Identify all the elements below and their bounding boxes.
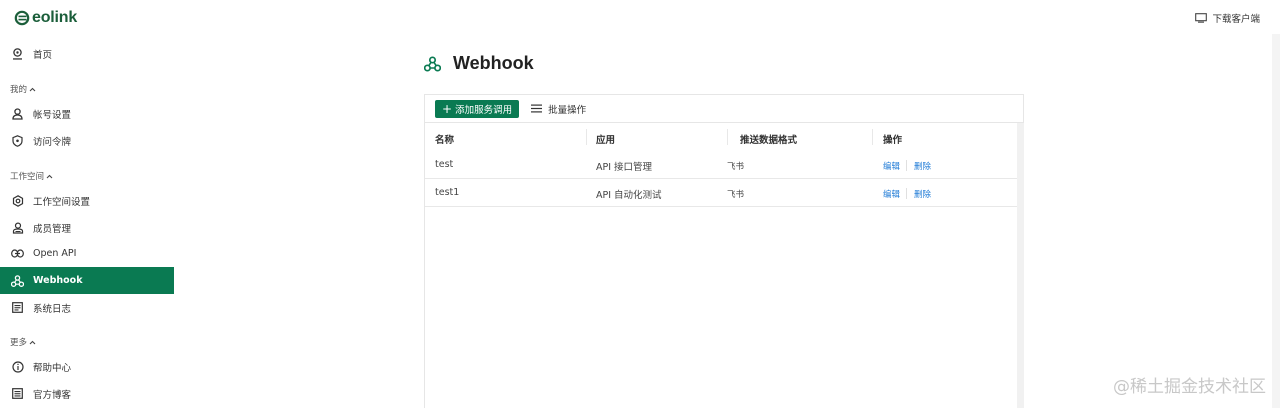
section-more[interactable]: 更多 — [10, 336, 36, 348]
batch-operation-label: 批量操作 — [548, 104, 587, 116]
list-icon — [531, 104, 543, 113]
sidebar-item-help[interactable]: 帮助中心 — [0, 353, 174, 380]
delete-link[interactable]: 删除 — [914, 188, 931, 200]
members-icon — [11, 221, 24, 234]
add-service-label: 添加服务调用 — [455, 104, 513, 116]
edit-link[interactable]: 编辑 — [883, 188, 900, 200]
column-header-name: 名称 — [435, 135, 455, 146]
sidebar-item-blog[interactable]: 官方博客 — [0, 380, 174, 407]
info-icon — [11, 360, 24, 373]
cell-format: 飞书 — [727, 190, 745, 200]
sidebar-item-label: 帮助中心 — [33, 362, 72, 374]
sidebar-item-label: 帐号设置 — [33, 109, 72, 121]
edit-link[interactable]: 编辑 — [883, 160, 900, 172]
column-divider — [872, 129, 873, 145]
add-service-button[interactable]: + 添加服务调用 — [435, 99, 520, 118]
download-client-label: 下载客户端 — [1212, 14, 1260, 25]
top-bar: eolink 下载客户端 — [0, 0, 1280, 34]
sidebar-item-account[interactable]: 帐号设置 — [0, 100, 174, 127]
table-row: test API 接口管理 飞书 编辑 删除 — [425, 151, 1017, 179]
sidebar-item-label: 工作空间设置 — [33, 196, 91, 208]
cell-name: test — [435, 159, 454, 170]
sidebar-item-members[interactable]: 成员管理 — [0, 214, 174, 241]
webhook-icon — [11, 274, 24, 287]
sidebar-item-workspace-settings[interactable]: 工作空间设置 — [0, 187, 174, 214]
page-scrollbar[interactable] — [1272, 34, 1280, 408]
table-row: test1 API 自动化测试 飞书 编辑 删除 — [425, 179, 1017, 207]
sidebar-item-openapi[interactable]: Open API — [0, 240, 174, 267]
sidebar-item-token[interactable]: 访问令牌 — [0, 127, 174, 154]
column-header-app: 应用 — [596, 135, 616, 146]
batch-operation-button[interactable]: 批量操作 — [531, 102, 586, 116]
section-label: 工作空间 — [10, 172, 45, 182]
section-label: 我的 — [10, 85, 28, 95]
chevron-up-icon — [29, 340, 36, 344]
column-divider — [586, 129, 587, 145]
document-icon — [11, 387, 24, 400]
table-scrollbar[interactable] — [1017, 123, 1024, 408]
cell-app: API 自动化测试 — [596, 190, 662, 201]
sidebar-item-label: 系统日志 — [33, 303, 72, 315]
page-title: Webhook — [453, 53, 534, 73]
section-mine[interactable]: 我的 — [10, 83, 36, 95]
table-header: 名称 应用 推送数据格式 操作 — [425, 123, 1017, 151]
sidebar-item-label: 首页 — [33, 49, 53, 61]
chevron-up-icon — [46, 174, 53, 178]
webhook-table: 名称 应用 推送数据格式 操作 test API 接口管理 飞书 编辑 删除 t… — [425, 123, 1017, 207]
action-divider — [906, 188, 907, 199]
link-icon — [11, 247, 24, 260]
sidebar-item-label: 官方博客 — [33, 389, 72, 401]
sidebar-item-label: 成员管理 — [33, 223, 72, 235]
column-header-actions: 操作 — [883, 135, 903, 146]
user-icon — [11, 107, 24, 120]
watermark: @稀土掘金技术社区 — [1113, 377, 1266, 397]
eolink-logo-icon — [14, 10, 30, 26]
chevron-up-icon — [29, 87, 36, 91]
action-divider — [906, 160, 907, 171]
page-header: Webhook — [424, 53, 534, 74]
column-header-format: 推送数据格式 — [740, 135, 798, 146]
section-label: 更多 — [10, 338, 28, 348]
sidebar: 首页 我的 帐号设置 访问令牌 工作空间 工作空间设置 成员管理 Open AP… — [0, 34, 174, 408]
cell-name: test1 — [435, 187, 460, 198]
sidebar-item-logs[interactable]: 系统日志 — [0, 294, 174, 321]
sidebar-item-label: 访问令牌 — [33, 136, 72, 148]
brand-name: eolink — [32, 9, 78, 26]
sidebar-item-home[interactable]: 首页 — [0, 40, 174, 67]
cell-app: API 接口管理 — [596, 162, 653, 173]
sidebar-item-label: Webhook — [33, 275, 83, 286]
gear-icon — [11, 194, 24, 207]
pin-icon — [11, 47, 24, 60]
plus-icon: + — [442, 101, 453, 116]
log-icon — [11, 301, 24, 314]
section-workspace[interactable]: 工作空间 — [10, 170, 53, 182]
sidebar-item-label: Open API — [33, 248, 77, 259]
delete-link[interactable]: 删除 — [914, 160, 931, 172]
sidebar-item-webhook[interactable]: Webhook — [0, 267, 174, 294]
webhook-panel: + 添加服务调用 批量操作 名称 应用 推送数据格式 操作 test API 接… — [424, 94, 1024, 408]
toolbar: + 添加服务调用 批量操作 — [425, 95, 1023, 123]
cell-format: 飞书 — [727, 162, 745, 172]
eolink-logo[interactable]: eolink — [14, 9, 77, 27]
download-client-button[interactable]: 下载客户端 — [1195, 11, 1260, 25]
column-divider — [727, 129, 728, 145]
shield-icon — [11, 134, 24, 147]
monitor-icon — [1195, 13, 1208, 23]
webhook-icon — [424, 55, 441, 72]
